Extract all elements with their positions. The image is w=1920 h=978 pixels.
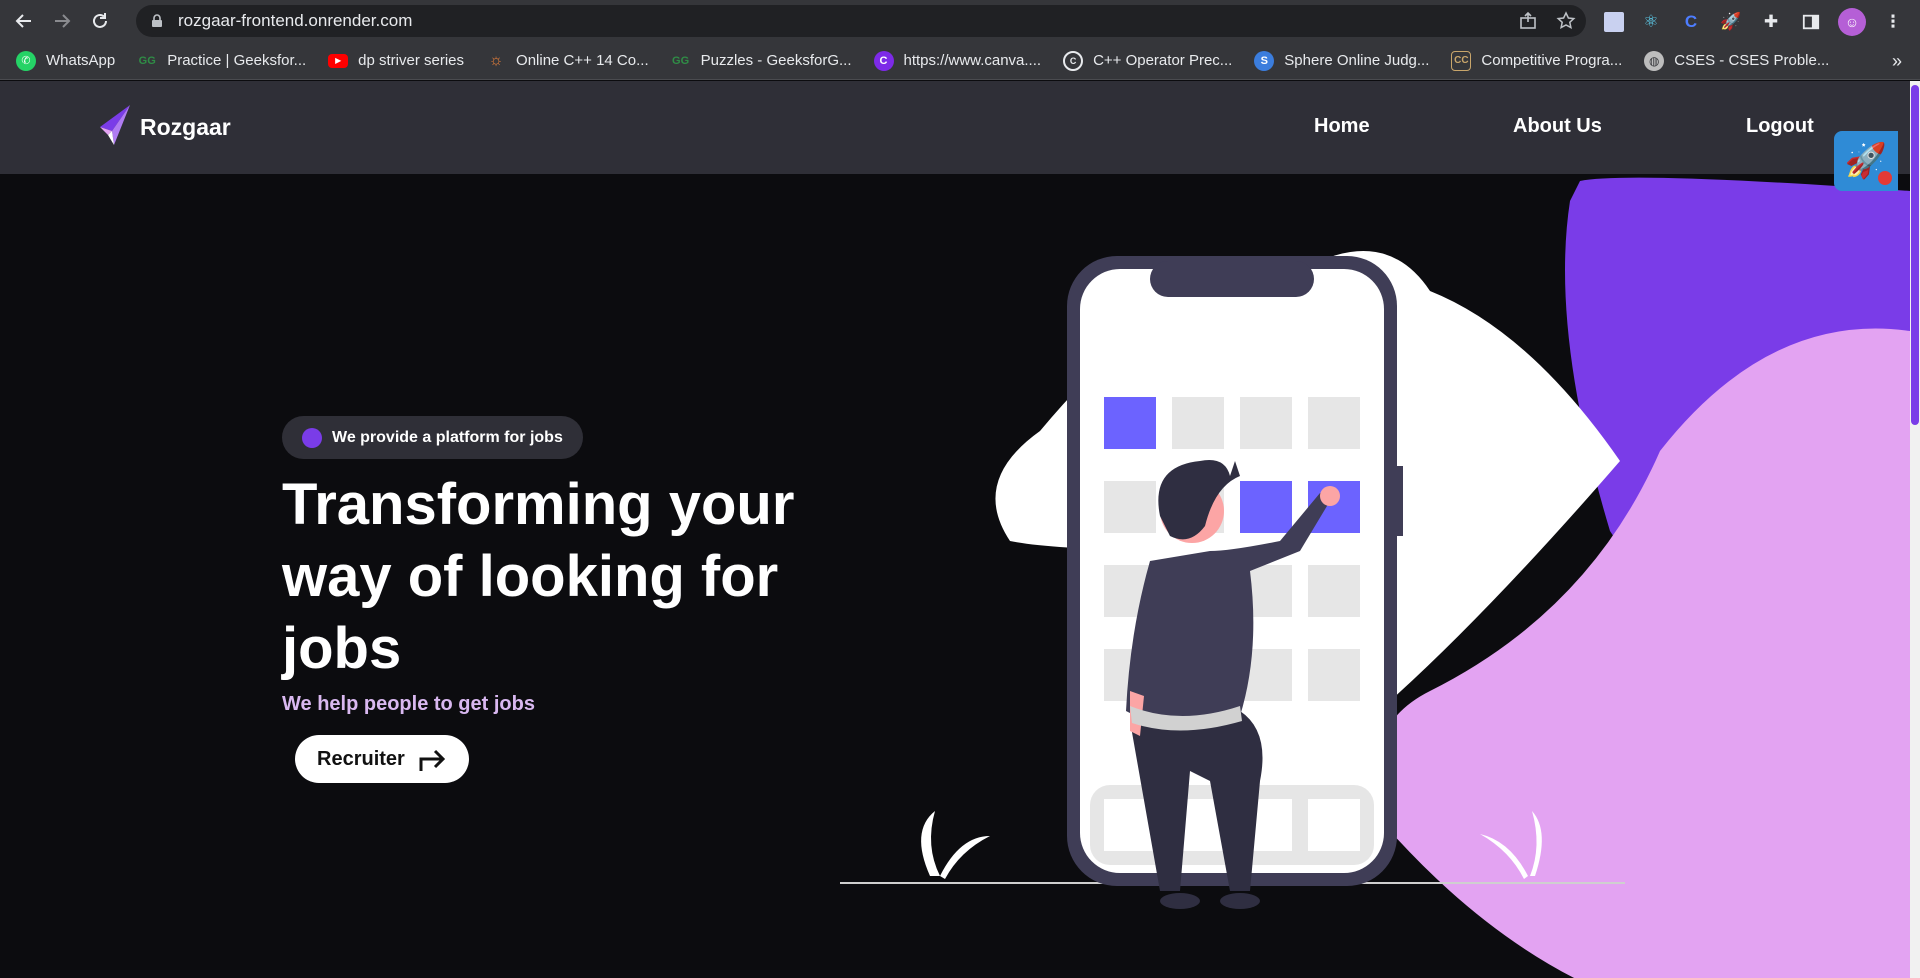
scrollbar-thumb[interactable] [1911,85,1919,425]
phone-side-button [1397,466,1403,536]
extension-c-icon[interactable]: C [1678,9,1704,35]
bookmarks-bar: ✆ WhatsApp GG Practice | Geeksfor... ▶ d… [0,42,1920,80]
extension-notes-icon[interactable] [1604,12,1624,32]
hero-subline: We help people to get jobs [282,693,535,715]
canva-icon: C [873,50,894,71]
reload-icon [93,13,107,28]
url-text: rozgaar-frontend.onrender.com [178,11,413,30]
bookmark-label: CSES - CSES Proble... [1674,52,1830,69]
share-icon[interactable] [1518,11,1538,31]
hero-headline: Transforming your way of looking for job… [282,472,795,681]
browser-toolbar: rozgaar-frontend.onrender.com ⚛ C 🚀 ✚ ☺ … [0,0,1920,42]
bookmark-puzzles-gfg[interactable]: GG Puzzles - GeeksforG... [671,51,852,71]
more-bookmarks-icon[interactable]: » [1892,51,1902,72]
cppreference-icon: C [1063,50,1084,71]
reload-button[interactable] [86,7,114,35]
rocket-extension-icon[interactable]: 🚀 [1718,9,1744,35]
side-panel-glyph [1802,14,1820,30]
bookmark-practice-gfg[interactable]: GG Practice | Geeksfor... [137,51,307,71]
page-content: Rozgaar Home About Us Logout 🚀 We provid… [0,81,1910,978]
geeksforgeeks-icon: GG [672,54,690,67]
geeksforgeeks-icon: GG [138,54,156,67]
dock-tile [1308,799,1360,851]
bookmark-label: Sphere Online Judg... [1284,52,1430,69]
bookmark-label: WhatsApp [46,52,116,69]
app-tile [1308,649,1360,701]
arrow-left-icon [15,14,31,28]
leaf-left [921,811,940,876]
paper-plane-logo-icon [100,105,130,145]
youtube-icon: ▶ [328,53,349,68]
react-devtools-icon[interactable]: ⚛ [1638,9,1664,35]
profile-avatar[interactable]: ☺ [1838,8,1866,36]
star-icon[interactable] [1556,11,1576,31]
bookmark-label: https://www.canva.... [903,52,1042,69]
badge-dot [302,427,322,448]
app-tile [1104,397,1156,449]
lock-icon [152,14,162,27]
bookmark-dp-striver[interactable]: ▶ dp striver series [328,52,464,69]
recruiter-button-label: Recruiter [317,747,405,770]
phone-notch [1150,261,1314,297]
app-tile [1308,565,1360,617]
arrow-right-icon [55,14,71,28]
notification-dot [1878,171,1892,185]
bookmark-label: Practice | Geeksfor... [167,52,307,69]
cc-icon: CC [1451,50,1472,71]
forward-button[interactable] [48,7,76,35]
globe-icon: ◍ [1644,50,1665,71]
address-bar[interactable]: rozgaar-frontend.onrender.com [136,5,1586,37]
bookmark-spoj[interactable]: S Sphere Online Judg... [1254,50,1430,71]
bookmark-online-cpp[interactable]: ☼ Online C++ 14 Co... [486,51,649,71]
arrow-turn-right-icon [419,749,445,771]
bookmark-whatsapp[interactable]: ✆ WhatsApp [16,50,116,71]
bookmark-cpp-operator[interactable]: C C++ Operator Prec... [1063,50,1233,71]
menu-kebab-icon[interactable]: ⋮ [1880,9,1906,35]
puzzle-icon[interactable]: ✚ [1758,9,1784,35]
bookmark-label: Puzzles - GeeksforG... [700,52,852,69]
site-logo[interactable]: Rozgaar [96,105,231,149]
app-tile [1240,397,1292,449]
whatsapp-icon: ✆ [16,50,36,71]
back-button[interactable] [10,7,38,35]
hero-illustration [840,177,1910,978]
bookmark-label: C++ Operator Prec... [1093,52,1233,69]
spoj-icon: S [1254,50,1275,71]
floating-rocket-extension[interactable]: 🚀 [1834,131,1898,191]
sun-icon: ☼ [488,51,504,69]
leaf-left-2 [940,836,990,879]
bookmark-label: Competitive Progra... [1481,52,1623,69]
recruiter-button[interactable]: Recruiter [295,735,469,783]
bookmark-competitive-programming[interactable]: CC Competitive Progra... [1451,50,1623,71]
app-tile [1308,397,1360,449]
bookmark-cses[interactable]: ◍ CSES - CSES Proble... [1644,50,1830,71]
bookmark-label: dp striver series [358,52,465,69]
tagline-badge: We provide a platform for jobs [282,416,583,459]
bookmark-label: Online C++ 14 Co... [516,52,649,69]
bookmark-canva[interactable]: C https://www.canva.... [873,50,1042,71]
app-tile [1172,397,1224,449]
side-panel-icon[interactable] [1798,9,1824,35]
badge-text: We provide a platform for jobs [332,428,563,446]
brand-name: Rozgaar [140,113,231,140]
app-tile [1104,481,1156,533]
app-tile [1240,481,1292,533]
page-scrollbar[interactable] [1910,81,1920,978]
